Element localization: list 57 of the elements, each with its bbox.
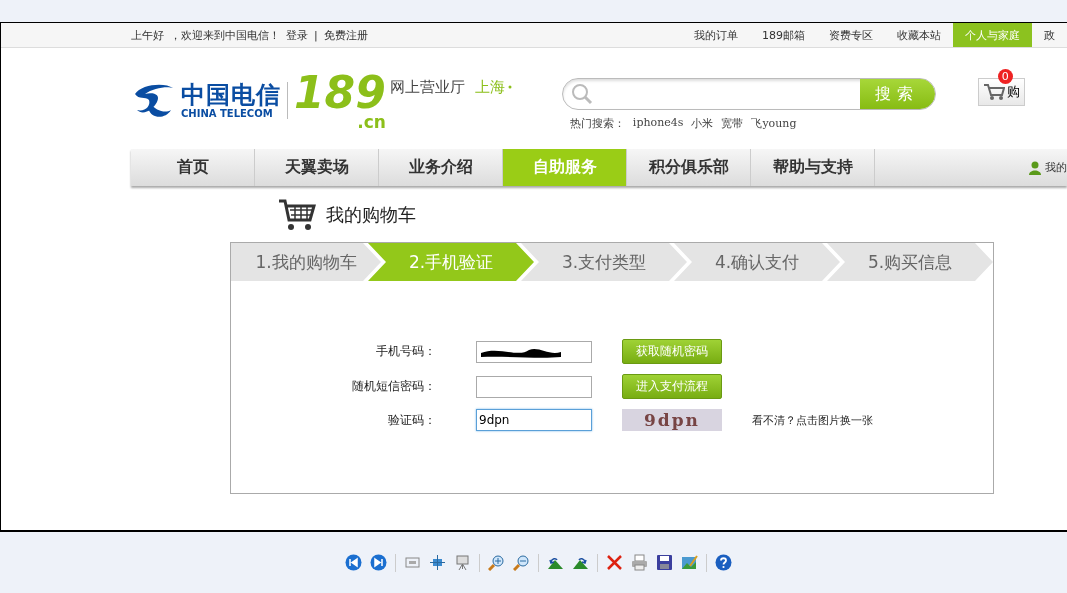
login-link[interactable]: 登录 (286, 27, 308, 43)
captcha-image[interactable]: 9dpn (622, 409, 722, 431)
save-icon[interactable] (656, 554, 673, 571)
top-link[interactable]: 189邮箱 (750, 23, 817, 47)
site-name: 网上营业厅 (389, 78, 465, 97)
input-field[interactable] (476, 340, 592, 363)
help-icon[interactable] (715, 554, 732, 571)
logo-chinese: 中国电信 (181, 81, 281, 108)
welcome-text: ，欢迎来到中国电信！ (170, 27, 280, 43)
checkout-step: 5.购买信息 (827, 243, 993, 281)
field-label: 手机号码： (375, 343, 437, 360)
cart-label: 购 (1006, 83, 1020, 101)
logo-english: CHINA TELECOM (181, 107, 274, 119)
delete-icon[interactable] (606, 554, 623, 571)
brand-domain: .cn (357, 115, 386, 129)
field-label: 验证码： (387, 411, 437, 429)
zoom-out-icon[interactable] (513, 554, 530, 571)
top-link[interactable]: 我的订单 (682, 23, 750, 47)
slideshow-icon[interactable] (454, 554, 471, 571)
hot-search-label: 热门搜索： (569, 116, 625, 131)
user-icon (1028, 160, 1042, 175)
hot-search-link[interactable]: 小米 (691, 116, 714, 131)
zoom-in-icon[interactable] (488, 554, 505, 571)
captcha-hint[interactable]: 看不清？点击图片换一张 (752, 412, 993, 428)
cart-icon (982, 83, 1005, 101)
top-link[interactable]: 收藏本站 (885, 23, 953, 47)
top-link[interactable]: 政 (1032, 23, 1067, 47)
brand-number: 189 (294, 71, 386, 115)
checkout-step: 2.手机验证 (368, 243, 534, 281)
top-link[interactable]: 资费专区 (817, 23, 885, 47)
print-icon[interactable] (631, 554, 648, 571)
caret-icon (507, 84, 512, 89)
hot-search-link[interactable]: iphone4s (632, 116, 684, 131)
separator: | (314, 28, 318, 42)
checkout-step: 3.支付类型 (521, 243, 687, 281)
edit-picture-icon[interactable] (681, 554, 698, 571)
nav-tab[interactable]: 帮助与支持 (751, 149, 875, 186)
greeting: 上午好 (131, 27, 164, 43)
next-icon[interactable] (370, 554, 387, 571)
nav-tab[interactable]: 天翼卖场 (255, 149, 379, 186)
nav-tab[interactable]: 积分俱乐部 (627, 149, 751, 186)
nav-tab[interactable]: 首页 (131, 149, 255, 186)
input-field[interactable]: 9dpn (476, 409, 592, 431)
field-label: 随机短信密码： (351, 378, 437, 395)
user-link[interactable]: 我的 (1045, 160, 1067, 175)
register-link[interactable]: 免费注册 (323, 27, 368, 43)
checkout-step: 1.我的购物车 (231, 243, 381, 281)
hot-search-link[interactable]: 宽带 (721, 116, 744, 131)
checkout-step: 4.确认支付 (674, 243, 840, 281)
search-icon (570, 83, 593, 105)
previous-icon[interactable] (345, 554, 362, 571)
field-value: 9dpn (479, 413, 510, 427)
hot-search-link[interactable]: 飞young (751, 116, 797, 131)
cart-icon (278, 198, 316, 232)
input-field[interactable] (476, 375, 592, 398)
page-title: 我的购物车 (326, 203, 416, 227)
fit-to-window-icon[interactable] (429, 554, 446, 571)
